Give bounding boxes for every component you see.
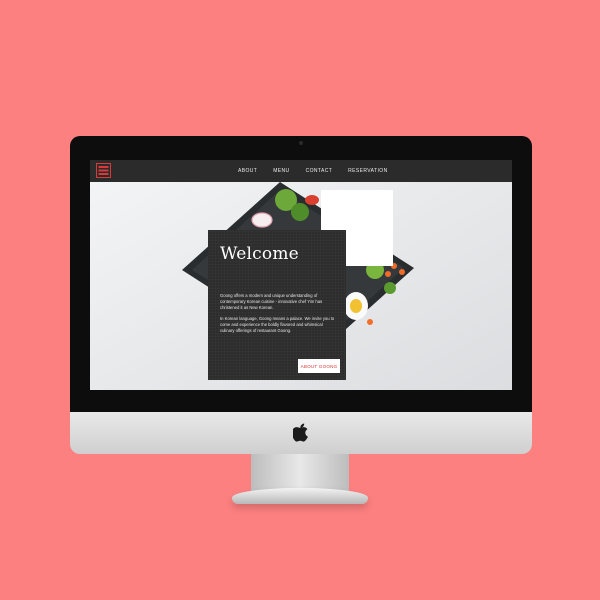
monitor-foot [232, 488, 368, 504]
monitor-chin [70, 412, 532, 454]
apple-logo-icon [290, 420, 312, 444]
welcome-title: Welcome [220, 244, 299, 264]
restaurant-logo-icon[interactable] [96, 163, 111, 178]
nav-menu: ABOUT MENU CONTACT RESERVATION [238, 160, 404, 182]
nav-item-menu[interactable]: MENU [273, 168, 289, 174]
nav-item-reservation[interactable]: RESERVATION [348, 168, 387, 174]
about-goong-button[interactable]: ABOUT GOONG [298, 359, 340, 373]
site-navbar: ABOUT MENU CONTACT RESERVATION [90, 160, 512, 182]
page-background: ABOUT MENU CONTACT RESERVATION Welcome G… [0, 0, 600, 600]
welcome-paragraph-1: Goong offers a modern and unique underst… [220, 293, 323, 310]
nav-item-about[interactable]: ABOUT [238, 168, 257, 174]
website-screen: ABOUT MENU CONTACT RESERVATION Welcome G… [90, 160, 512, 390]
camera-icon [299, 141, 303, 145]
welcome-paragraph-2: In Korean language, Goong means a palace… [220, 316, 335, 333]
welcome-card: Welcome Goong offers a modern and unique… [208, 230, 346, 380]
nav-item-contact[interactable]: CONTACT [306, 168, 333, 174]
